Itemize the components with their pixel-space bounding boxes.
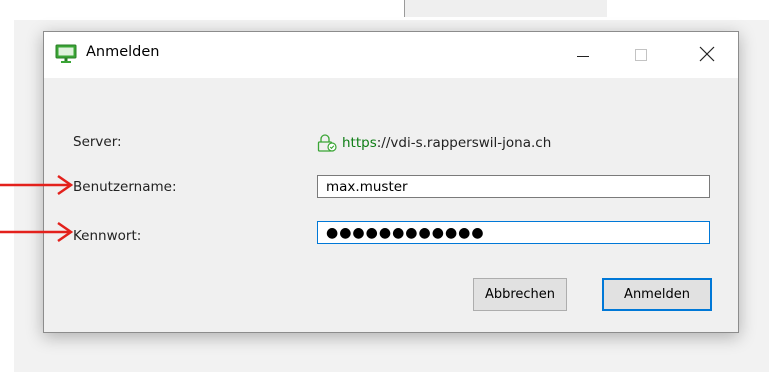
password-field[interactable] bbox=[317, 221, 710, 244]
window-title: Anmelden bbox=[86, 44, 160, 60]
lock-icon bbox=[317, 134, 337, 152]
monitor-icon bbox=[55, 44, 77, 63]
annotation-arrow-username bbox=[0, 174, 74, 196]
server-url-host: ://vdi-s.rapperswil-jona.ch bbox=[376, 135, 552, 151]
close-icon bbox=[699, 46, 715, 62]
server-label: Server: bbox=[73, 134, 122, 150]
title-bar: Anmelden bbox=[44, 32, 738, 78]
maximize-button[interactable] bbox=[620, 32, 666, 78]
cancel-button[interactable]: Abbrechen bbox=[473, 278, 567, 311]
server-url: https://vdi-s.rapperswil-jona.ch bbox=[317, 132, 551, 154]
background-window-strip bbox=[404, 0, 607, 17]
server-url-scheme: https bbox=[342, 135, 377, 151]
annotation-arrow-password bbox=[0, 221, 74, 243]
login-dialog: Anmelden Server: https://vdi-s.rapperswi… bbox=[43, 31, 739, 333]
minimize-button[interactable] bbox=[562, 32, 608, 78]
minimize-icon bbox=[577, 56, 589, 57]
username-field[interactable] bbox=[317, 175, 710, 198]
close-button[interactable] bbox=[684, 32, 730, 78]
password-label: Kennwort: bbox=[73, 228, 142, 244]
username-label: Benutzername: bbox=[73, 179, 177, 195]
maximize-icon bbox=[635, 49, 647, 61]
login-button[interactable]: Anmelden bbox=[602, 278, 712, 311]
